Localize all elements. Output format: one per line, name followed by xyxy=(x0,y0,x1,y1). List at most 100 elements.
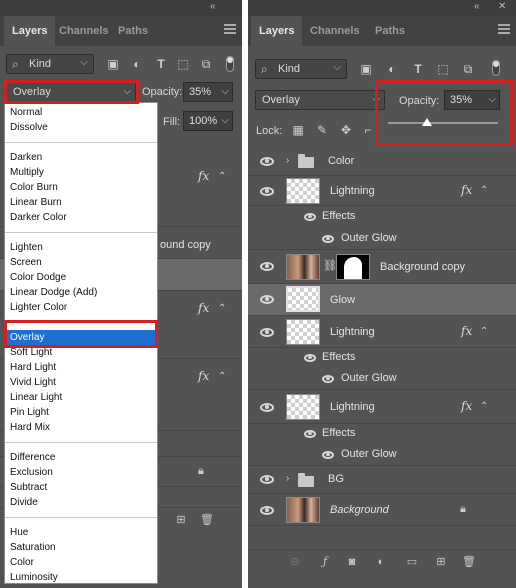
layer-mask-thumbnail[interactable] xyxy=(336,254,370,280)
shape-filter-icon[interactable]: ⬚ xyxy=(175,56,191,72)
adjustment-filter-icon[interactable]: ◐ xyxy=(129,56,145,72)
effect-row[interactable]: Outer Glow xyxy=(248,368,516,390)
blend-option[interactable]: Normal xyxy=(5,105,157,120)
effect-row[interactable]: Outer Glow xyxy=(248,444,516,466)
eye-icon[interactable] xyxy=(322,235,334,243)
fill-input[interactable]: 100% ⌵ xyxy=(183,111,233,131)
eye-icon[interactable] xyxy=(260,403,274,412)
eye-icon[interactable] xyxy=(322,375,334,383)
chevron-up-icon[interactable]: ⌃ xyxy=(480,185,488,196)
eye-icon[interactable] xyxy=(260,262,274,271)
tab-layers[interactable]: Layers xyxy=(4,16,56,46)
layer-row[interactable]: Lightning fx ⌃ xyxy=(248,316,516,348)
blend-option[interactable]: Exclusion xyxy=(5,465,157,480)
blend-option[interactable]: Color Dodge xyxy=(5,270,157,285)
fx-icon[interactable]: fx xyxy=(198,369,209,383)
blend-option[interactable]: Hue xyxy=(5,525,157,540)
blend-option[interactable]: Hard Light xyxy=(5,360,157,375)
lock-artboard-icon[interactable]: ⌐ xyxy=(360,122,376,138)
layer-row[interactable]: ⛓︎ Background copy xyxy=(248,250,516,284)
blend-option[interactable]: Vivid Light xyxy=(5,375,157,390)
layer-group-color[interactable]: › Color xyxy=(248,146,516,176)
link-layers-icon[interactable]: ⊖ xyxy=(288,555,302,569)
blend-option[interactable]: Darker Color xyxy=(5,210,157,225)
chevron-up-icon[interactable]: ⌃ xyxy=(218,371,226,382)
eye-icon[interactable] xyxy=(322,451,334,459)
collapse-icon[interactable]: « xyxy=(474,1,479,12)
trash-icon[interactable]: 🗑︎ xyxy=(200,513,214,527)
chevron-up-icon[interactable]: ⌃ xyxy=(218,171,226,182)
lock-position-icon[interactable]: ✥ xyxy=(338,122,354,138)
type-filter-icon[interactable]: T xyxy=(410,61,426,77)
blend-option[interactable]: Linear Burn xyxy=(5,195,157,210)
eye-icon[interactable] xyxy=(304,354,316,362)
eye-icon[interactable] xyxy=(260,157,274,166)
blend-option[interactable]: Darken xyxy=(5,150,157,165)
fx-icon[interactable]: fx xyxy=(461,183,472,197)
panel-menu-icon[interactable] xyxy=(498,24,510,34)
smart-object-filter-icon[interactable]: ⧉ xyxy=(198,56,214,72)
layer-group-bg[interactable]: › BG xyxy=(248,466,516,494)
eye-icon[interactable] xyxy=(260,475,274,484)
tab-layers[interactable]: Layers xyxy=(251,16,303,46)
eye-icon[interactable] xyxy=(260,295,274,304)
shape-filter-icon[interactable]: ⬚ xyxy=(435,61,451,77)
blend-option[interactable]: Saturation xyxy=(5,540,157,555)
filter-kind-select[interactable]: ⌕ Kind ⌵ xyxy=(6,54,94,74)
smart-object-filter-icon[interactable]: ⧉ xyxy=(460,61,476,77)
type-filter-icon[interactable]: T xyxy=(153,56,169,72)
lock-transparent-pixels-icon[interactable]: ▦ xyxy=(290,122,306,138)
effects-row[interactable]: Effects xyxy=(248,424,516,444)
opacity-slider-thumb[interactable] xyxy=(421,118,432,126)
panel-menu-icon[interactable] xyxy=(224,24,236,34)
blend-option[interactable]: Dissolve xyxy=(5,120,157,135)
lock-image-pixels-icon[interactable]: ✎ xyxy=(314,122,330,138)
trash-icon[interactable]: 🗑︎ xyxy=(462,555,476,569)
tab-paths[interactable]: Paths xyxy=(367,16,413,46)
close-icon[interactable]: ✕ xyxy=(498,1,506,12)
blend-option[interactable]: Luminosity xyxy=(5,570,157,585)
layer-row-selected[interactable]: Glow xyxy=(248,284,516,316)
blend-mode-select[interactable]: Overlay ⌵ xyxy=(6,82,136,102)
tab-channels[interactable]: Channels xyxy=(302,16,368,46)
expand-caret-icon[interactable]: › xyxy=(286,473,289,484)
effect-row[interactable]: Outer Glow xyxy=(248,228,516,250)
fx-icon[interactable]: fx xyxy=(461,399,472,413)
eye-icon[interactable] xyxy=(304,430,316,438)
opacity-slider-track[interactable] xyxy=(388,122,498,124)
add-style-icon[interactable]: ƒ xyxy=(318,555,332,569)
blend-option[interactable]: Difference xyxy=(5,450,157,465)
adjustment-layer-icon[interactable]: ◐ xyxy=(374,555,388,569)
image-filter-icon[interactable]: ▣ xyxy=(105,56,121,72)
link-icon[interactable]: ⛓︎ xyxy=(323,259,337,272)
filter-toggle[interactable] xyxy=(492,60,500,76)
layer-row[interactable]: Lightning fx ⌃ xyxy=(248,176,516,206)
blend-mode-select[interactable]: Overlay ⌵ xyxy=(255,90,385,110)
filter-kind-select[interactable]: ⌕ Kind ⌵ xyxy=(255,59,347,79)
fx-icon[interactable]: fx xyxy=(461,324,472,338)
eye-icon[interactable] xyxy=(260,187,274,196)
blend-option[interactable]: Soft Light xyxy=(5,345,157,360)
eye-icon[interactable] xyxy=(260,328,274,337)
tab-channels[interactable]: Channels xyxy=(51,16,117,46)
image-filter-icon[interactable]: ▣ xyxy=(358,61,374,77)
filter-toggle[interactable] xyxy=(226,56,234,72)
adjustment-filter-icon[interactable]: ◐ xyxy=(384,61,400,77)
mask-icon[interactable]: ◙ xyxy=(345,555,359,569)
blend-option[interactable]: Pin Light xyxy=(5,405,157,420)
opacity-input[interactable]: 35% ⌵ xyxy=(183,82,233,102)
blend-option[interactable]: Divide xyxy=(5,495,157,510)
effects-row[interactable]: Effects xyxy=(248,206,516,228)
fx-icon[interactable]: fx xyxy=(198,169,209,183)
layer-row[interactable]: Lightning fx ⌃ xyxy=(248,390,516,424)
new-group-icon[interactable]: ▭ xyxy=(405,555,419,569)
chevron-up-icon[interactable]: ⌃ xyxy=(218,303,226,314)
chevron-up-icon[interactable]: ⌃ xyxy=(480,401,488,412)
fx-icon[interactable]: fx xyxy=(198,301,209,315)
new-layer-icon[interactable]: ⊞ xyxy=(174,513,188,527)
blend-option[interactable]: Screen xyxy=(5,255,157,270)
eye-icon[interactable] xyxy=(304,213,316,221)
blend-option[interactable]: Lighten xyxy=(5,240,157,255)
new-layer-icon[interactable]: ⊞ xyxy=(434,555,448,569)
blend-option[interactable]: Overlay xyxy=(5,330,157,345)
